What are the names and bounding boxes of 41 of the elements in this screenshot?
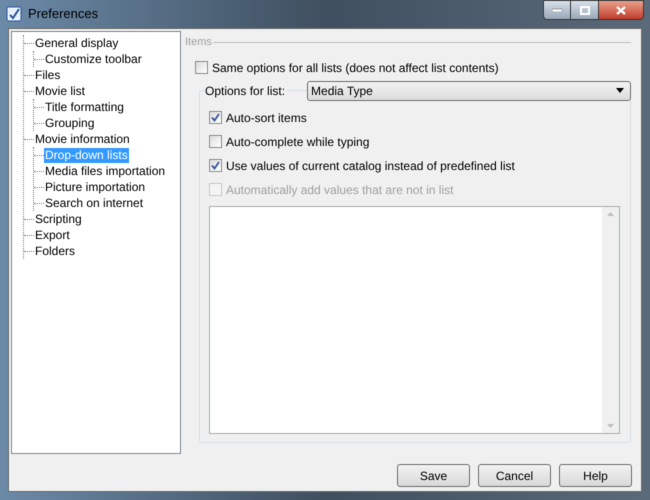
checkbox-label: Same options for all lists (does not affect list contents) [212, 60, 499, 76]
close-icon [616, 6, 626, 14]
checkbox[interactable] [195, 61, 208, 74]
scroll-up-icon [607, 212, 614, 216]
group-title: Items [185, 35, 212, 50]
app-icon [6, 6, 22, 22]
tree-item[interactable]: Scripting [34, 212, 83, 226]
maximize-icon [580, 6, 590, 14]
tree-item[interactable]: Search on internet [44, 196, 144, 210]
checkbox[interactable] [209, 159, 222, 172]
list-dropdown[interactable]: Media Type [307, 80, 631, 100]
tree-item[interactable]: Media files importation [44, 164, 166, 178]
checkbox[interactable] [209, 111, 222, 124]
tree-item[interactable]: Folders [34, 244, 76, 258]
checkbox[interactable] [209, 135, 222, 148]
tree-item[interactable]: Title formatting [44, 100, 125, 114]
checkbox-label: Use values of current catalog instead of predefined list [226, 158, 515, 174]
maximize-button[interactable] [571, 0, 598, 20]
checkbox-label: Auto-sort items [226, 110, 307, 126]
scrollbar[interactable] [602, 206, 619, 432]
dialog-button[interactable]: Help [559, 464, 632, 487]
scroll-down-icon [607, 424, 614, 428]
tree-item[interactable]: Grouping [44, 116, 96, 130]
tree-item[interactable]: Movie list [34, 84, 86, 98]
dialog-button[interactable]: Cancel [478, 464, 551, 487]
tree-item[interactable]: Export [34, 228, 71, 242]
tree-item[interactable]: Customize toolbar [44, 52, 143, 66]
dialog-button[interactable]: Save [397, 464, 470, 487]
tree-item[interactable]: Movie information [34, 132, 131, 146]
checkmark-icon [211, 113, 220, 122]
tree-item[interactable]: Files [34, 68, 62, 82]
tree-item[interactable]: General display [34, 36, 120, 50]
checkbox-label: Auto-complete while typing [226, 134, 370, 150]
checkmark-icon [211, 161, 220, 170]
dropdown-arrow-icon [616, 88, 624, 93]
minimize-button[interactable] [543, 0, 571, 20]
tree-item[interactable]: Picture importation [44, 180, 146, 194]
checkbox-label: Automatically add values that are not in list [226, 182, 454, 198]
close-button[interactable] [598, 0, 644, 20]
window-title: Preferences [28, 5, 98, 24]
minimize-icon [552, 8, 562, 12]
